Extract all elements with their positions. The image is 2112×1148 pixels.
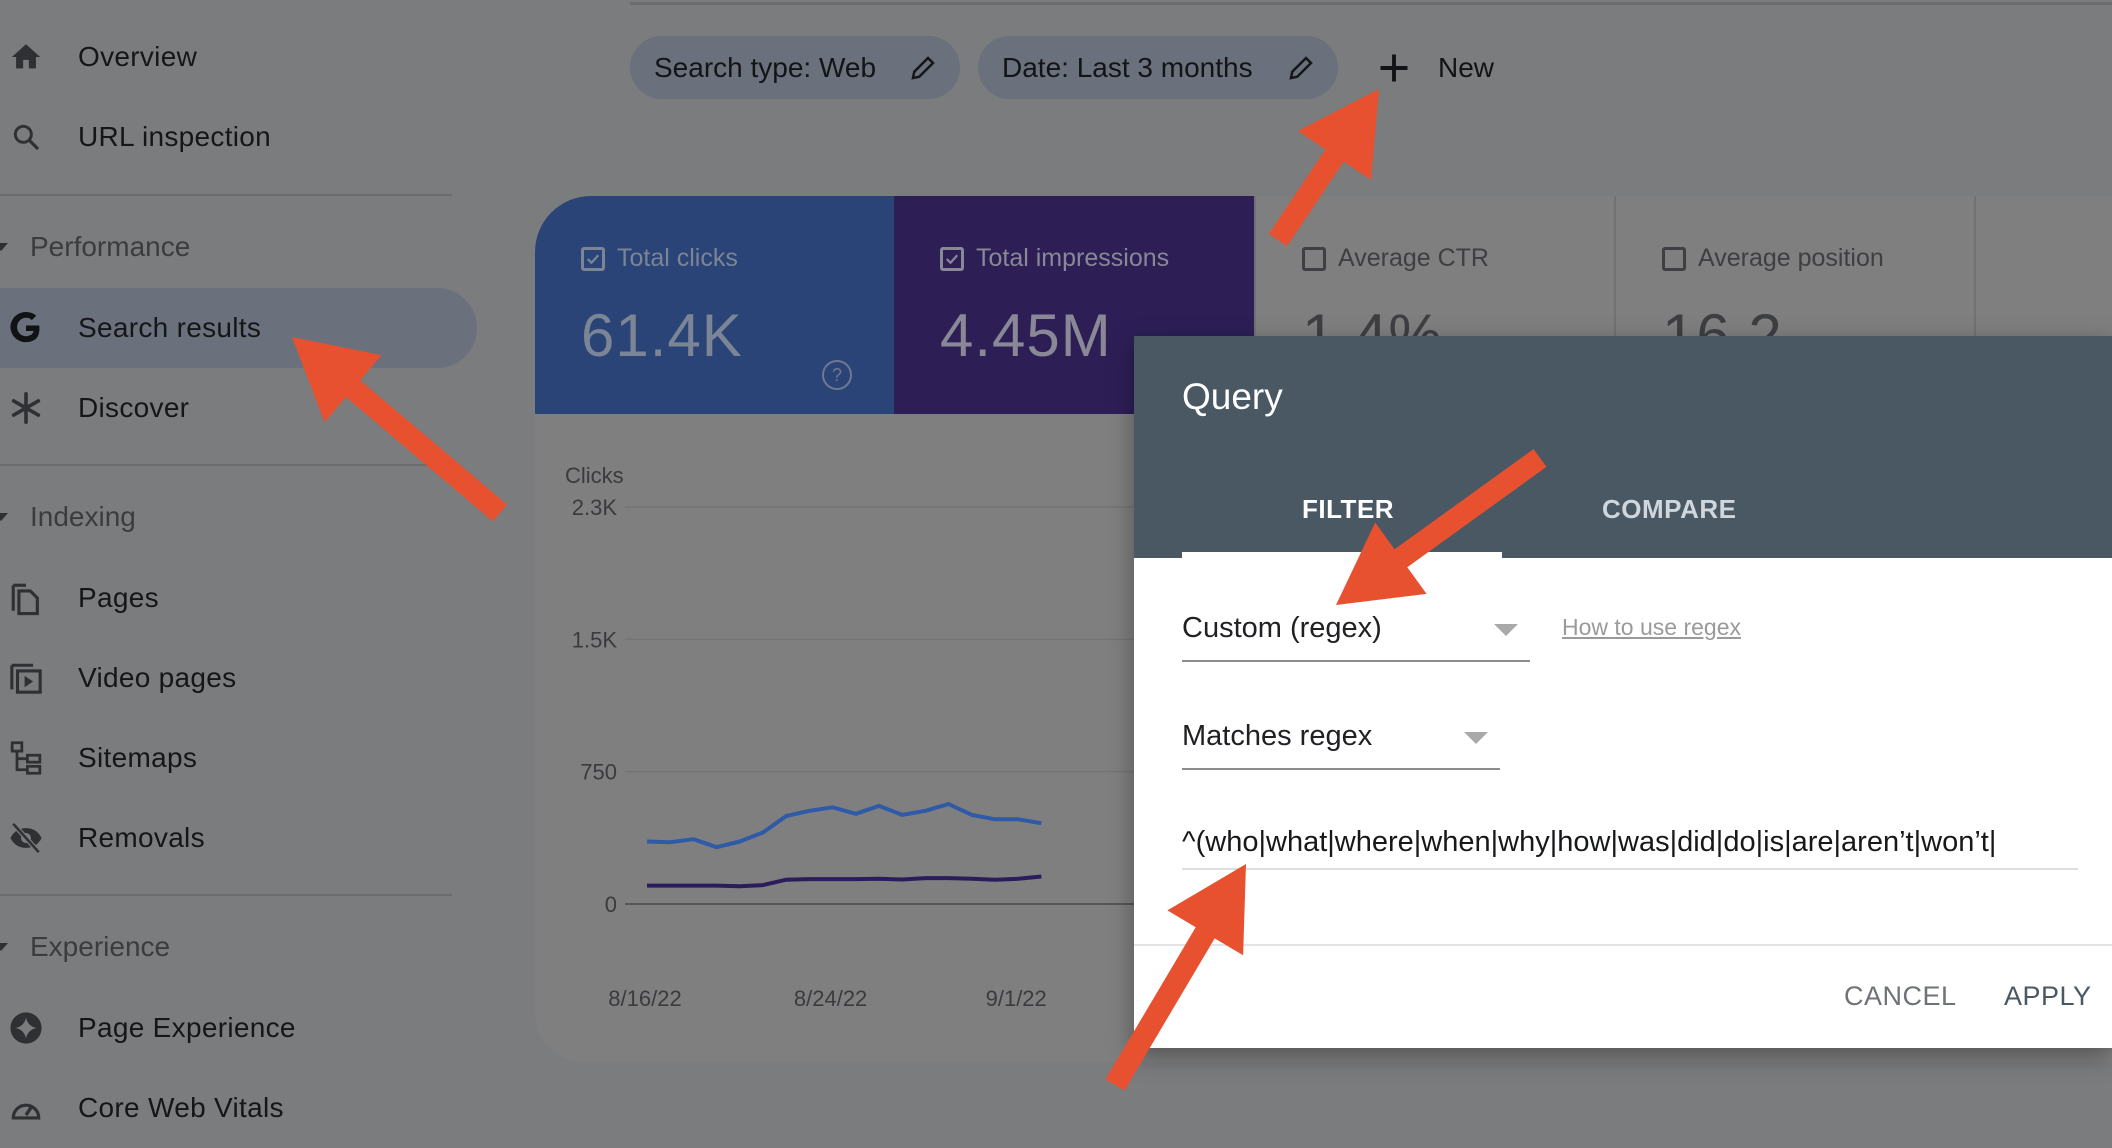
sidebar-divider <box>0 894 452 896</box>
how-to-use-regex-link[interactable]: How to use regex <box>1562 614 1741 641</box>
sidebar-item-label: Page Experience <box>78 1012 296 1043</box>
pencil-icon <box>1286 53 1316 83</box>
sidebar-item-pages[interactable]: Pages <box>0 558 477 638</box>
query-filter-dialog: Query FILTER COMPARE Custom (regex) Matc… <box>1134 336 2112 1048</box>
metric-label: Average CTR <box>1338 244 1489 272</box>
chip-label: Date: Last 3 months <box>1002 51 1253 83</box>
caret-down-icon <box>0 513 8 521</box>
sidebar-item-discover[interactable]: Discover <box>0 368 477 448</box>
sitemap-icon <box>8 740 44 776</box>
plus-icon <box>1376 50 1412 86</box>
y-axis-label: Clicks <box>565 463 624 488</box>
metric-card-total-clicks[interactable]: Total clicks 61.4K ? <box>535 196 894 414</box>
sidebar-item-label: Video pages <box>78 662 237 693</box>
x-tick-label: 8/16/22 <box>608 986 681 1011</box>
dialog-header: Query FILTER COMPARE <box>1134 336 2112 558</box>
sidebar-item-video-pages[interactable]: Video pages <box>0 638 477 718</box>
google-g-icon <box>8 310 44 346</box>
apply-button[interactable]: APPLY <box>2004 981 2092 1012</box>
search-icon <box>8 119 44 155</box>
new-filter-label: New <box>1438 52 1495 83</box>
sidebar-divider <box>0 464 452 466</box>
chip-label: Search type: Web <box>654 51 877 83</box>
header-divider <box>630 2 2112 5</box>
y-tick-label: 1.5K <box>572 627 618 652</box>
sidebar-item-removals[interactable]: Removals <box>0 798 477 878</box>
section-label: Experience <box>30 931 171 962</box>
checkbox-checked-icon[interactable] <box>940 246 964 271</box>
gauge-icon <box>8 1090 44 1126</box>
sidebar-item-label: Pages <box>78 582 159 613</box>
series-line-impressions <box>647 874 1042 889</box>
new-filter-button[interactable]: New <box>1376 40 1494 96</box>
eye-off-icon <box>8 820 44 856</box>
sidebar-item-core-web-vitals[interactable]: Core Web Vitals <box>0 1068 477 1148</box>
section-label: Performance <box>30 231 191 262</box>
sidebar-item-label: Discover <box>78 392 190 423</box>
checkbox-checked-icon[interactable] <box>581 246 605 271</box>
search-type-chip[interactable]: Search type: Web <box>630 36 960 99</box>
help-icon[interactable]: ? <box>822 360 852 390</box>
date-range-chip[interactable]: Date: Last 3 months <box>978 36 1338 99</box>
checkbox-unchecked-icon[interactable] <box>1302 246 1326 271</box>
checkbox-unchecked-icon[interactable] <box>1662 246 1686 271</box>
metric-label: Total impressions <box>976 244 1170 272</box>
page-experience-icon <box>8 1010 44 1046</box>
y-tick-label: 2.3K <box>572 495 618 520</box>
asterisk-icon <box>8 390 44 426</box>
pencil-icon <box>908 53 938 83</box>
caret-down-icon <box>0 243 8 251</box>
metric-label: Average position <box>1698 244 1884 272</box>
x-tick-label: 9/1/22 <box>986 986 1047 1011</box>
filter-type-select[interactable]: Custom (regex) <box>1182 598 1530 662</box>
sidebar-item-label: Sitemaps <box>78 742 198 773</box>
caret-down-icon <box>0 943 8 951</box>
sidebar-item-label: URL inspection <box>78 121 272 152</box>
match-type-value: Matches regex <box>1182 720 1373 752</box>
sidebar-item-overview[interactable]: Overview <box>0 17 477 97</box>
dropdown-arrow-icon <box>1494 624 1518 636</box>
sidebar-item-sitemaps[interactable]: Sitemaps <box>0 718 477 798</box>
sidebar-item-url-inspection[interactable]: URL inspection <box>0 97 477 177</box>
y-tick-label: 0 <box>605 892 617 917</box>
dialog-title: Query <box>1182 376 1283 417</box>
chart-series <box>646 802 1042 889</box>
section-label: Indexing <box>30 501 136 532</box>
filter-type-value: Custom (regex) <box>1182 612 1382 644</box>
pages-icon <box>8 580 44 616</box>
dropdown-arrow-icon <box>1464 732 1488 744</box>
sidebar-item-label: Search results <box>78 312 262 343</box>
cancel-button[interactable]: CANCEL <box>1844 981 1957 1012</box>
y-axis-ticks: 0 750 1.5K 2.3K <box>572 495 618 917</box>
sidebar-item-page-experience[interactable]: Page Experience <box>0 988 477 1068</box>
sidebar-item-label: Overview <box>78 41 198 72</box>
dialog-footer-divider <box>1134 944 2112 946</box>
home-icon <box>8 39 44 75</box>
x-axis-ticks: 8/16/22 8/24/22 9/1/22 <box>608 986 1046 1011</box>
series-line-clicks <box>646 802 1042 850</box>
metric-value: 61.4K <box>581 302 743 369</box>
regex-input[interactable] <box>1182 816 2078 870</box>
sidebar-item-label: Removals <box>78 822 205 853</box>
sidebar-item-search-results[interactable]: Search results <box>0 288 477 368</box>
tab-compare[interactable]: COMPARE <box>1602 494 1736 525</box>
sidebar-divider <box>0 194 452 196</box>
x-tick-label: 8/24/22 <box>794 986 867 1011</box>
match-type-select[interactable]: Matches regex <box>1182 706 1500 770</box>
tab-filter[interactable]: FILTER <box>1302 494 1394 525</box>
metric-label: Total clicks <box>617 244 738 272</box>
video-pages-icon <box>8 660 44 696</box>
sidebar-item-label: Core Web Vitals <box>78 1092 284 1123</box>
active-tab-indicator <box>1182 552 1502 558</box>
y-tick-label: 750 <box>580 760 617 785</box>
